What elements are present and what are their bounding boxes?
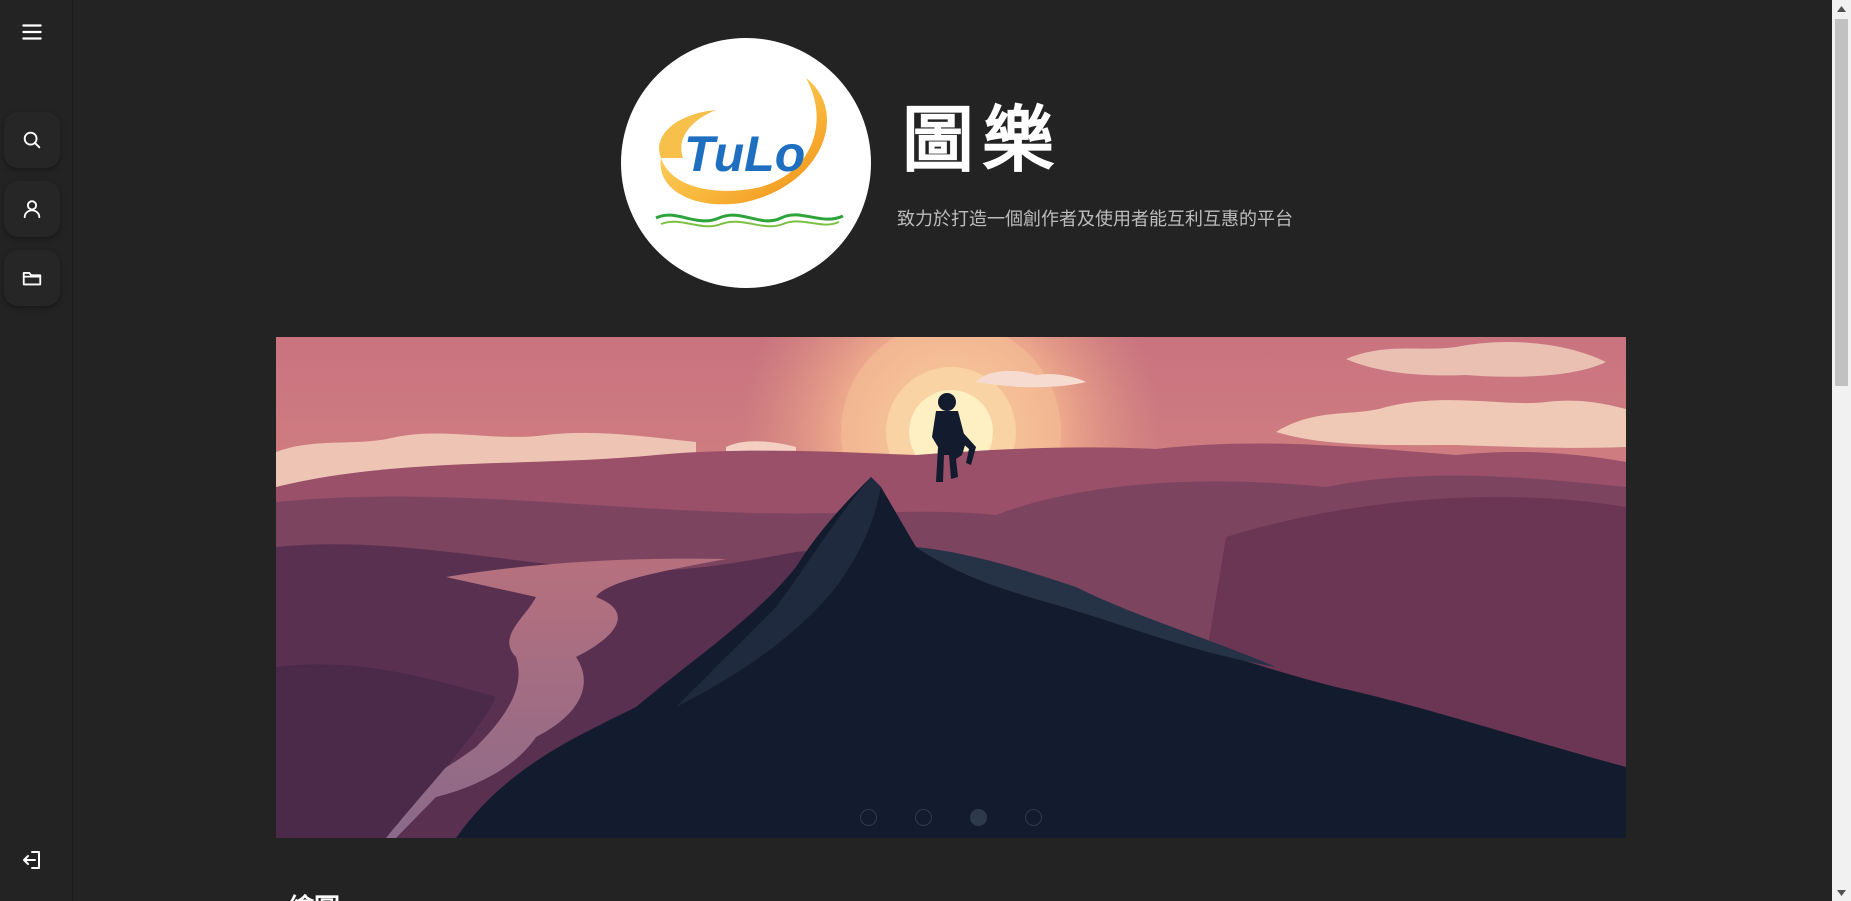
search-button[interactable] bbox=[4, 112, 60, 168]
carousel-indicators bbox=[276, 809, 1626, 826]
hero-carousel[interactable] bbox=[276, 337, 1626, 838]
user-icon bbox=[23, 200, 41, 219]
folder-icon bbox=[22, 272, 42, 286]
scroll-thumb[interactable] bbox=[1835, 19, 1848, 386]
logout-icon bbox=[23, 851, 40, 869]
carousel-dot-1[interactable] bbox=[860, 809, 877, 826]
section-heading: 繪圖 bbox=[288, 888, 340, 901]
carousel-dot-2[interactable] bbox=[915, 809, 932, 826]
menu-button[interactable] bbox=[4, 4, 60, 60]
page-scrollbar[interactable] bbox=[1832, 0, 1851, 901]
carousel-dot-3[interactable] bbox=[970, 809, 987, 826]
site-title: 圖樂 bbox=[902, 97, 1063, 182]
logout-button[interactable] bbox=[4, 832, 60, 888]
search-icon bbox=[23, 131, 41, 149]
menu-icon bbox=[22, 24, 42, 40]
triangle-up-icon bbox=[1837, 5, 1846, 12]
folder-button[interactable] bbox=[4, 250, 60, 306]
scroll-down-arrow[interactable] bbox=[1832, 884, 1851, 901]
svg-text:TuLo: TuLo bbox=[684, 126, 805, 182]
site-logo[interactable]: TuLo bbox=[621, 38, 871, 288]
site-subtitle: 致力於打造一個創作者及使用者能互利互惠的平台 bbox=[897, 209, 1293, 230]
triangle-down-icon bbox=[1837, 889, 1846, 896]
scroll-up-arrow[interactable] bbox=[1832, 0, 1851, 17]
user-button[interactable] bbox=[4, 181, 60, 237]
tulo-logo-image: TuLo bbox=[655, 78, 844, 228]
sidebar bbox=[0, 0, 73, 901]
carousel-slide-image bbox=[276, 337, 1626, 838]
carousel-dot-4[interactable] bbox=[1025, 809, 1042, 826]
